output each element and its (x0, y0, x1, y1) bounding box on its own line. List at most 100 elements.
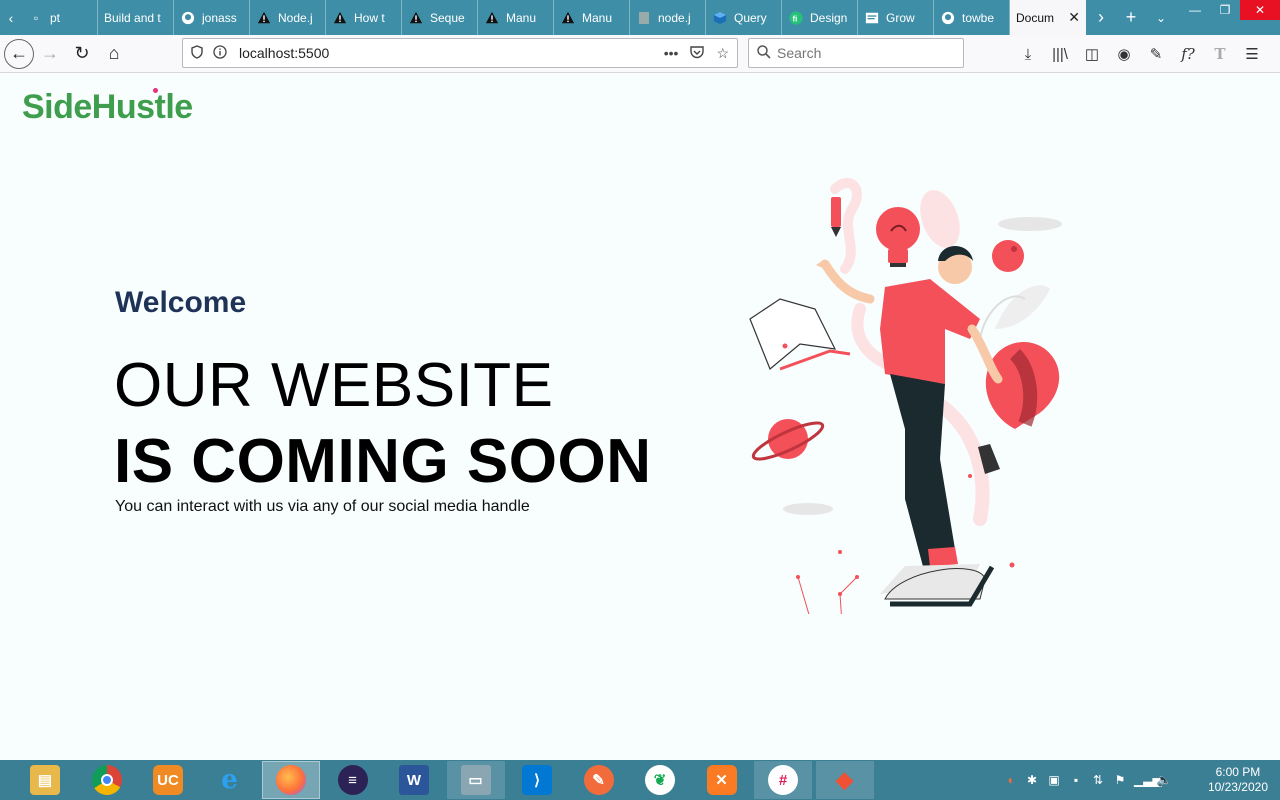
bluetooth-devices-icon[interactable]: ✱ (1024, 773, 1040, 787)
sidebar-button[interactable]: ◫ (1076, 39, 1108, 69)
page-icon (636, 10, 652, 26)
tab-label: Build and t (104, 10, 161, 25)
logo-text: SideHustle (22, 88, 193, 126)
close-tab-icon[interactable]: ✕ (1068, 9, 1080, 26)
taskbar-app-vs-code[interactable]: ⟩ (508, 761, 566, 799)
menu-button[interactable]: ☰ (1236, 39, 1268, 69)
logo[interactable]: SideHustle (22, 88, 193, 127)
taskbar-app-firefox[interactable] (262, 761, 320, 799)
tab[interactable]: jonass (174, 0, 250, 35)
eyedropper-icon: ✎ (1149, 46, 1163, 63)
github-icon (180, 10, 196, 26)
more-actions-icon[interactable]: ••• (664, 45, 679, 62)
taskbar-app-mongodb[interactable]: ❦ (631, 761, 689, 799)
word-icon: W (399, 765, 429, 795)
tab-label: Query (734, 10, 767, 25)
minimize-button[interactable]: — (1180, 0, 1210, 20)
storage-icon[interactable]: ▣ (1046, 773, 1062, 787)
library-button[interactable]: |||\ (1044, 39, 1076, 69)
warning-icon (256, 10, 272, 26)
info-icon[interactable] (213, 44, 235, 62)
tab[interactable]: Grow (858, 0, 934, 35)
taskbar-app-chrome[interactable] (78, 761, 136, 799)
search-bar[interactable] (748, 38, 964, 68)
forward-button[interactable]: → (34, 38, 66, 70)
new-tab-button[interactable]: + (1116, 0, 1146, 35)
extension-button[interactable]: ✎ (1140, 39, 1172, 69)
close-window-button[interactable]: ✕ (1240, 0, 1280, 20)
tab-label: node.j (658, 10, 691, 25)
tab[interactable]: towbe (934, 0, 1010, 35)
warning-icon (408, 10, 424, 26)
home-button[interactable]: ⌂ (98, 38, 130, 70)
tab-scroll-left-button[interactable]: ‹ (0, 0, 22, 35)
tab[interactable]: Query (706, 0, 782, 35)
taskbar-app-git-gui[interactable]: ◆ (815, 761, 874, 799)
arrow-left-icon: ← (10, 43, 28, 63)
tab[interactable]: node.j (630, 0, 706, 35)
tab-label: Node.j (278, 10, 313, 25)
taskbar-app-file-explorer[interactable]: ▤ (16, 761, 74, 799)
system-tray: ◖ ✱ ▣ ▪ ⇅ ⚑ ▁▃▅ 🔈 (1002, 760, 1172, 800)
ccleaner-icon[interactable]: ◖ (1002, 773, 1018, 787)
tab[interactable]: Node.j (250, 0, 326, 35)
restore-button[interactable]: ❐ (1210, 0, 1240, 20)
wifi-signal-icon[interactable]: ▁▃▅ (1134, 773, 1162, 787)
extension-button[interactable]: T (1204, 39, 1236, 69)
chevron-down-icon: ⌄ (1155, 10, 1167, 25)
taskbar-app-word[interactable]: W (385, 761, 443, 799)
shield-icon[interactable] (191, 44, 213, 62)
search-input[interactable] (777, 45, 947, 61)
plus-icon: + (1125, 7, 1137, 27)
downloads-button[interactable]: ⤓ (1012, 39, 1044, 69)
back-button[interactable]: ← (4, 38, 34, 69)
url-text[interactable]: localhost:5500 (239, 45, 329, 61)
sidebar-icon: ◫ (1084, 46, 1100, 63)
text-icon: T (1214, 45, 1226, 63)
clock-time: 6:00 PM (1215, 765, 1261, 779)
tab[interactable]: Manu (554, 0, 630, 35)
taskbar-app-postman[interactable]: ✎ (570, 761, 628, 799)
network-adapter-icon[interactable]: ⇅ (1090, 773, 1106, 787)
taskbar-app-xampp[interactable]: ✕ (693, 761, 751, 799)
navigation-toolbar: ← → ↻ ⌂ localhost:5500 ••• ☆ ⤓ |||\ (0, 35, 1280, 73)
tab-scroll-right-button[interactable]: › (1086, 0, 1116, 35)
tab[interactable]: Manu (478, 0, 554, 35)
folder-icon: ▤ (30, 765, 60, 795)
reload-button[interactable]: ↻ (66, 38, 98, 70)
warning-icon (560, 10, 576, 26)
taskbar-app-eclipse[interactable]: ≡ (324, 761, 382, 799)
cube-icon (712, 10, 728, 26)
flag-icon[interactable]: ⚑ (1112, 773, 1128, 787)
taskbar-app-slack[interactable]: # (754, 761, 812, 799)
tab[interactable]: ▫ pt (22, 0, 98, 35)
pocket-icon[interactable] (690, 45, 705, 62)
close-icon: ✕ (1254, 3, 1266, 17)
bookmark-star-icon[interactable]: ☆ (716, 45, 729, 62)
tab[interactable]: Build and t (98, 0, 174, 35)
tab[interactable]: fi Design (782, 0, 858, 35)
url-actions: ••• ☆ (664, 45, 729, 62)
tab-active[interactable]: Docum ✕ (1010, 0, 1086, 35)
tab-label: towbe (962, 10, 995, 25)
arrow-right-icon: → (41, 43, 59, 63)
tab[interactable]: How t (326, 0, 402, 35)
tab-label: Seque (430, 10, 465, 25)
tab[interactable]: Seque (402, 0, 478, 35)
extension-button[interactable]: f? (1172, 39, 1204, 69)
taskbar-app-uc-browser[interactable]: UC (139, 761, 197, 799)
doc-icon (864, 10, 880, 26)
volume-icon[interactable]: 🔈 (1156, 773, 1172, 787)
headline-line-2: IS COMING SOON (114, 427, 652, 496)
clock-date: 10/23/2020 (1207, 780, 1268, 794)
clock[interactable]: 6:00 PM 10/23/2020 (1208, 765, 1268, 795)
safely-remove-icon[interactable]: ▪ (1068, 773, 1084, 787)
taskbar-app-internet-explorer[interactable]: e (201, 761, 259, 799)
account-icon: ◉ (1117, 46, 1131, 63)
taskbar-app-monitor[interactable]: ▭ (446, 761, 505, 799)
url-bar[interactable]: localhost:5500 ••• ☆ (182, 38, 738, 68)
list-all-tabs-button[interactable]: ⌄ (1146, 0, 1176, 35)
monitor-icon: ▭ (460, 765, 491, 795)
internet-explorer-icon: e (221, 765, 238, 795)
account-button[interactable]: ◉ (1108, 39, 1140, 69)
